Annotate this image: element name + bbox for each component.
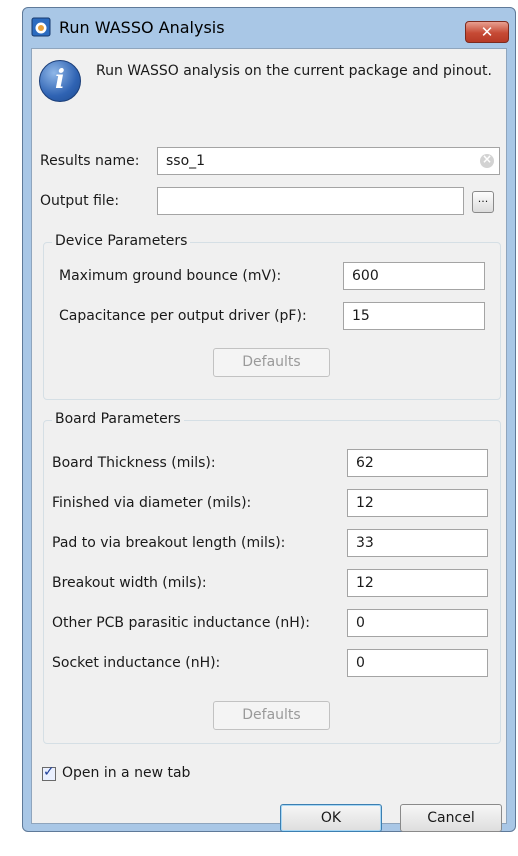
ok-button[interactable]: OK xyxy=(280,804,382,832)
breakout-length-label: Pad to via breakout length (mils): xyxy=(52,535,286,551)
open-new-tab-checkbox[interactable]: ✓ xyxy=(42,764,56,781)
device-parameters-title: Device Parameters xyxy=(52,233,191,249)
board-thickness-value: 62 xyxy=(356,455,374,471)
device-parameters-group: Device Parameters Maximum ground bounce … xyxy=(43,233,501,400)
results-name-input[interactable]: sso_1 × xyxy=(157,147,500,175)
parasitic-inductance-label: Other PCB parasitic inductance (nH): xyxy=(52,615,310,631)
parasitic-inductance-input[interactable]: 0 xyxy=(347,609,488,637)
browse-button[interactable]: ... xyxy=(472,191,494,213)
board-defaults-button[interactable]: Defaults xyxy=(213,701,330,730)
clear-icon[interactable]: × xyxy=(480,152,494,168)
parasitic-inductance-value: 0 xyxy=(356,615,365,631)
via-diameter-label: Finished via diameter (mils): xyxy=(52,495,252,511)
ellipsis-icon: ... xyxy=(477,192,489,205)
window-title: Run WASSO Analysis xyxy=(59,18,225,37)
close-button[interactable]: ✕ xyxy=(465,21,509,43)
cancel-button[interactable]: Cancel xyxy=(400,804,502,832)
capacitance-label: Capacitance per output driver (pF): xyxy=(59,308,307,324)
max-ground-bounce-label: Maximum ground bounce (mV): xyxy=(59,268,282,284)
socket-inductance-value: 0 xyxy=(356,655,365,671)
output-file-label: Output file: xyxy=(40,193,120,209)
board-thickness-input[interactable]: 62 xyxy=(347,449,488,477)
board-parameters-title: Board Parameters xyxy=(52,411,184,427)
via-diameter-value: 12 xyxy=(356,495,374,511)
results-name-value: sso_1 xyxy=(166,153,206,169)
via-diameter-input[interactable]: 12 xyxy=(347,489,488,517)
socket-inductance-input[interactable]: 0 xyxy=(347,649,488,677)
capacitance-input[interactable]: 15 xyxy=(343,302,485,330)
breakout-width-value: 12 xyxy=(356,575,374,591)
breakout-width-input[interactable]: 12 xyxy=(347,569,488,597)
socket-inductance-label: Socket inductance (nH): xyxy=(52,655,221,671)
checkmark-icon: ✓ xyxy=(43,764,55,780)
device-defaults-button[interactable]: Defaults xyxy=(213,348,330,377)
output-file-input[interactable] xyxy=(157,187,464,215)
app-icon xyxy=(31,17,51,37)
run-wasso-dialog: Run WASSO Analysis ✕ i Run WASSO analysi… xyxy=(22,7,516,832)
breakout-length-value: 33 xyxy=(356,535,374,551)
board-parameters-group: Board Parameters Board Thickness (mils):… xyxy=(43,411,501,744)
dialog-body: i Run WASSO analysis on the current pack… xyxy=(31,48,507,832)
info-icon: i xyxy=(39,60,81,102)
board-thickness-label: Board Thickness (mils): xyxy=(52,455,216,471)
capacitance-value: 15 xyxy=(352,308,370,324)
info-message: Run WASSO analysis on the current packag… xyxy=(96,63,492,79)
title-bar[interactable]: Run WASSO Analysis ✕ xyxy=(23,8,515,48)
breakout-width-label: Breakout width (mils): xyxy=(52,575,207,591)
max-ground-bounce-value: 600 xyxy=(352,268,379,284)
close-icon: ✕ xyxy=(480,23,494,41)
open-new-tab-label: Open in a new tab xyxy=(62,765,191,781)
max-ground-bounce-input[interactable]: 600 xyxy=(343,262,485,290)
breakout-length-input[interactable]: 33 xyxy=(347,529,488,557)
results-name-label: Results name: xyxy=(40,153,140,169)
